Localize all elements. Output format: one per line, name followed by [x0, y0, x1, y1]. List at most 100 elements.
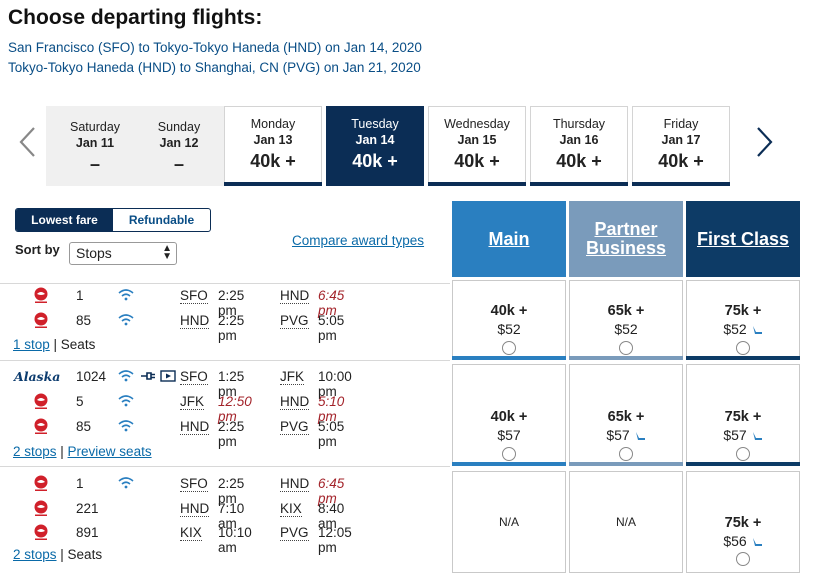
fare-radio[interactable] [502, 341, 516, 355]
date-tab-thu-jan16[interactable]: Thursday Jan 16 40k + [530, 106, 628, 186]
fare-box-flight1-partner[interactable]: 65k + $52 [569, 280, 683, 360]
seats-label: Seats [67, 547, 103, 562]
wifi-icon [118, 477, 134, 489]
cabin-header-partner-label: Partner Business [586, 219, 667, 258]
date-tab-underline [530, 182, 628, 186]
fare-type-toggle: Lowest fare Refundable [15, 208, 211, 232]
fare-box-flight3-partner: N/A [569, 471, 683, 573]
fare-points: 40k + [490, 409, 528, 425]
date-tab-tue-jan14-selected[interactable]: Tuesday Jan 14 40k + [326, 106, 424, 186]
next-dates-chevron-right-icon[interactable] [752, 125, 776, 159]
flight-number: 891 [76, 525, 99, 540]
destination-airport: PVG [280, 313, 309, 329]
jal-logo-icon [34, 524, 48, 540]
date-day-date: Jan 11 [75, 136, 115, 150]
sort-by-label: Sort by [15, 242, 60, 257]
destination-airport: PVG [280, 419, 309, 435]
stops-link[interactable]: 2 stops [13, 444, 57, 459]
arrival-time: 12:05 pm [318, 525, 352, 555]
jal-logo-icon [34, 312, 48, 328]
date-day-price: – [89, 154, 100, 174]
jal-logo-icon [34, 287, 48, 303]
date-day-date: Jan 12 [159, 136, 199, 150]
date-day-price: 40k + [658, 151, 704, 171]
sort-by-select[interactable]: Stops ▲ ▼ [69, 242, 177, 265]
lowest-fare-option[interactable]: Lowest fare [16, 209, 113, 231]
flight-number: 1 [76, 476, 84, 491]
jal-logo-icon [34, 418, 48, 434]
wifi-icon [118, 395, 134, 407]
fare-color-bar [686, 462, 800, 466]
row-divider [0, 360, 450, 361]
route-line-1: San Francisco (SFO) to Tokyo-Tokyo Haned… [8, 40, 422, 55]
preview-seats-link[interactable]: Preview seats [68, 444, 152, 459]
date-day-name: Monday [250, 117, 296, 131]
arrival-time: 5:05 pm [318, 313, 345, 343]
fare-radio[interactable] [736, 447, 750, 461]
sort-selected-value: Stops [76, 245, 112, 261]
compare-award-types-link[interactable]: Compare award types [292, 233, 424, 248]
date-day-price: 40k + [556, 151, 602, 171]
date-day-price: – [173, 154, 184, 174]
fare-color-bar [569, 462, 683, 466]
fare-box-flight1-main[interactable]: 40k + $52 [452, 280, 566, 360]
departure-time: 10:10 am [218, 525, 252, 555]
cabin-header-main[interactable]: Main [452, 201, 566, 277]
date-day-name: Thursday [552, 117, 606, 131]
date-day-name: Sunday [157, 120, 201, 134]
origin-airport: SFO [180, 369, 208, 385]
origin-airport: SFO [180, 288, 208, 304]
fare-points: 75k + [724, 409, 762, 425]
fare-radio[interactable] [619, 341, 633, 355]
fare-tax: $52 [614, 321, 638, 337]
cabin-header-partner-business[interactable]: Partner Business [569, 201, 683, 277]
fare-radio[interactable] [736, 341, 750, 355]
date-day-name: Saturday [69, 120, 121, 134]
stops-link[interactable]: 1 stop [13, 337, 50, 352]
cabin-header-first-class[interactable]: First Class [686, 201, 800, 277]
flight-3-links: 2 stops | Seats [13, 547, 102, 562]
date-tab-wed-jan15[interactable]: Wednesday Jan 15 40k + [428, 106, 526, 186]
fare-box-flight1-first[interactable]: 75k + $52 [686, 280, 800, 360]
fare-radio[interactable] [502, 447, 516, 461]
jal-logo-icon [34, 500, 48, 516]
date-day-name: Friday [663, 117, 699, 131]
fare-color-bar [452, 462, 566, 466]
fare-box-flight3-first[interactable]: 75k + $56 [686, 471, 800, 573]
origin-airport: HND [180, 313, 210, 329]
fare-box-flight2-first[interactable]: 75k + $57 [686, 364, 800, 466]
prev-dates-chevron-left-icon[interactable] [16, 125, 40, 159]
fare-tax-row: $57 [687, 427, 799, 443]
fare-tax-row: $57 [570, 427, 682, 443]
fare-radio[interactable] [619, 447, 633, 461]
origin-airport: JFK [180, 394, 205, 410]
select-arrows-icon: ▲ ▼ [162, 243, 172, 262]
stops-link[interactable]: 2 stops [13, 547, 57, 562]
fare-tax: $56 [723, 533, 747, 549]
origin-airport: HND [180, 501, 210, 517]
departure-time: 2:25 pm [218, 313, 245, 343]
route-line-2: Tokyo-Tokyo Haneda (HND) to Shanghai, CN… [8, 60, 421, 75]
flight-number: 1024 [76, 369, 107, 384]
refundable-option[interactable]: Refundable [113, 209, 210, 231]
fare-radio[interactable] [736, 552, 750, 566]
destination-airport: JFK [280, 369, 305, 385]
fare-tax-row: $52 [687, 321, 799, 337]
date-day-date: Jan 16 [559, 133, 599, 147]
fare-tax: $57 [606, 427, 630, 443]
link-separator: | [49, 337, 61, 352]
row-divider [0, 283, 450, 284]
date-day-date: Jan 15 [457, 133, 497, 147]
fare-points: 65k + [607, 409, 645, 425]
destination-airport: HND [280, 394, 310, 410]
destination-airport: HND [280, 476, 310, 492]
fare-box-flight2-main[interactable]: 40k + $57 [452, 364, 566, 466]
fare-not-available: N/A [615, 515, 636, 529]
fare-color-bar [569, 356, 683, 360]
flight-1-links: 1 stop | Seats [13, 337, 95, 352]
page-title: Choose departing flights: [8, 6, 263, 29]
date-tab-fri-jan17[interactable]: Friday Jan 17 40k + [632, 106, 730, 186]
date-tab-mon-jan13[interactable]: Monday Jan 13 40k + [224, 106, 322, 186]
fare-box-flight2-partner[interactable]: 65k + $57 [569, 364, 683, 466]
date-day-name: Wednesday [444, 117, 510, 131]
